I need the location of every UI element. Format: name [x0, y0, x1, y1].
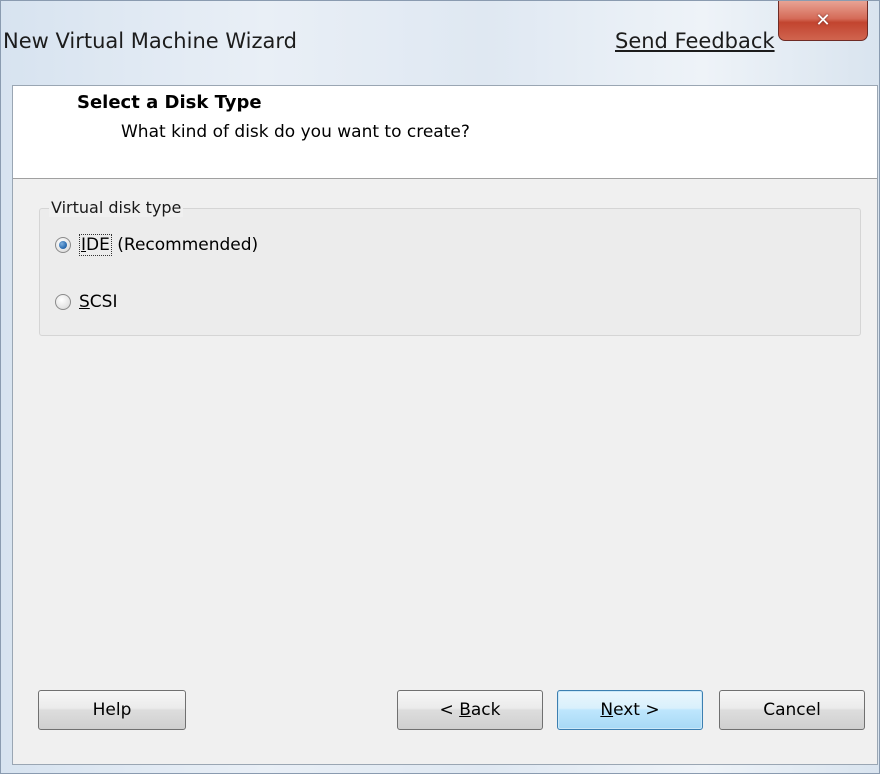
send-feedback-link[interactable]: Send Feedback — [615, 29, 775, 53]
help-button-label: Help — [92, 700, 132, 720]
wizard-content: Select a Disk Type What kind of disk do … — [12, 85, 878, 765]
radio-ide-circle[interactable] — [55, 237, 71, 253]
next-button[interactable]: Next > — [557, 690, 703, 730]
radio-ide-label: DE — [86, 235, 110, 255]
next-button-label: Next > — [600, 700, 659, 720]
back-button[interactable]: < Back — [397, 690, 543, 730]
radio-scsi-label: CSI — [89, 292, 118, 312]
help-button[interactable]: Help — [38, 690, 186, 730]
wizard-window: New Virtual Machine Wizard Send Feedback… — [0, 0, 880, 774]
radio-selected-dot — [59, 241, 67, 249]
close-button[interactable]: ✕ — [778, 1, 868, 41]
wizard-header: Select a Disk Type What kind of disk do … — [13, 86, 877, 179]
radio-ide-suffix: (Recommended) — [111, 235, 259, 255]
back-mnemonic: B — [459, 700, 471, 720]
radio-scsi-circle[interactable] — [55, 294, 71, 310]
disk-type-groupbox — [39, 208, 861, 336]
title-bar: New Virtual Machine Wizard Send Feedback… — [1, 1, 879, 85]
back-button-label: < Back — [440, 700, 501, 720]
disk-type-group-label: Virtual disk type — [49, 198, 184, 217]
page-title: Select a Disk Type — [77, 92, 262, 113]
close-icon: ✕ — [815, 10, 831, 31]
radio-ide[interactable]: IDE (Recommended) — [55, 234, 258, 256]
window-title: New Virtual Machine Wizard — [3, 29, 297, 53]
cancel-button[interactable]: Cancel — [719, 690, 865, 730]
next-mnemonic: N — [600, 700, 614, 720]
back-prefix: < — [439, 700, 460, 720]
radio-scsi[interactable]: SCSI — [55, 292, 117, 312]
next-rest: ext > — [613, 700, 660, 720]
radio-ide-focus: IDE — [79, 234, 112, 256]
page-subtitle: What kind of disk do you want to create? — [121, 122, 470, 142]
back-rest: ack — [470, 700, 501, 720]
cancel-button-label: Cancel — [763, 700, 821, 720]
radio-scsi-mnemonic: S — [79, 292, 90, 312]
